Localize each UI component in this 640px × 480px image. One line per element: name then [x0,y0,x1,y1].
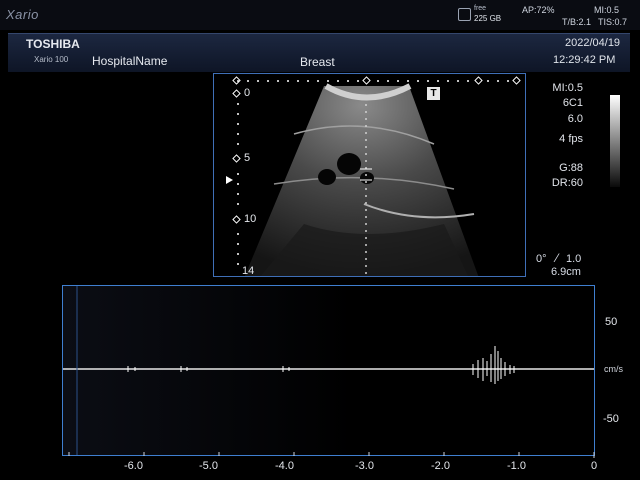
time-label: -6.0 [124,460,143,472]
param-mi: MI:0.5 [552,82,583,94]
angle-correction-icon: ⁄ [556,251,559,265]
depth-label-14: 14 [242,265,255,277]
brand-logo: Xario [6,7,39,22]
param-frame-rate: 4 fps [559,133,583,145]
param-probe: 6C1 [562,97,583,109]
vessel-lumen [337,153,361,175]
grayscale-bar [610,95,620,187]
param-depth: 6.9cm [551,266,581,278]
time-label: 0 [591,460,598,472]
hospital-name: HospitalName [92,54,168,68]
param-angle-correction: 1.0 [566,253,582,265]
focus-marker-icon[interactable] [226,176,233,184]
bmode-image[interactable] [213,73,526,277]
depth-scale [237,103,239,265]
param-frequency: 6.0 [567,113,583,125]
depth-label-10: 10 [244,213,257,225]
thermal-index-soft: TIS:0.7 [598,17,628,27]
depth-scale-major [232,89,241,224]
bmode-sector [226,76,521,276]
storage-icon [458,8,471,21]
acoustic-power: AP:72% [522,5,555,15]
time-label: -4.0 [275,460,294,472]
lateral-scale-major [232,76,521,85]
storage-free-value: 225 GB [474,14,502,23]
vessel-lumen [360,172,374,184]
param-angle: 0° [536,253,547,265]
velocity-label-positive: 50 [605,316,618,328]
doppler-spectrum[interactable] [62,285,595,456]
vessel-lumen [318,169,336,185]
param-gain: G:88 [559,162,583,174]
doppler-trace [63,286,594,455]
param-dynamic-range: DR:60 [551,177,583,189]
time-label: -1.0 [507,460,526,472]
velocity-unit: cm/s [604,364,623,374]
storage-free-label: free [474,5,487,12]
velocity-label-negative: -50 [603,413,619,425]
mechanical-index: MI:0.5 [594,5,620,15]
time-label: -3.0 [355,460,374,472]
time-label: -2.0 [431,460,450,472]
depth-label-5: 5 [244,152,251,164]
time-label: -5.0 [199,460,218,472]
exam-time: 12:29:42 PM [553,54,616,66]
exam-preset: Breast [300,55,335,69]
exam-date: 2022/04/19 [565,37,621,49]
orientation-marker-icon: T [427,87,440,100]
depth-label-0: 0 [244,87,251,99]
model-label: Xario 100 [34,55,69,64]
lateral-scale [237,80,509,82]
manufacturer-label: TOSHIBA [26,37,80,51]
thermal-index-bone: T/B:2.1 [562,17,592,27]
